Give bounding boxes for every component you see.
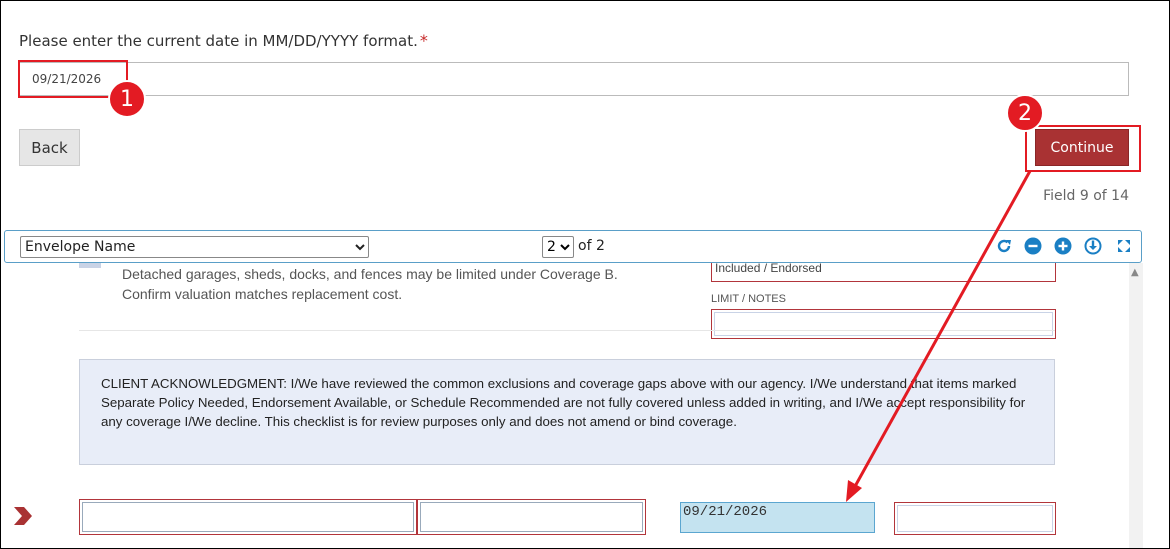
coverage-status-field[interactable]: Included / Endorsed: [711, 263, 1056, 282]
date-signed-field[interactable]: 09/21/2026: [680, 502, 875, 533]
date-prompt-label: Please enter the current date in MM/DD/Y…: [19, 31, 428, 50]
step2-highlight-box: [1025, 125, 1141, 172]
page-number-select[interactable]: 2: [542, 236, 574, 258]
step2-badge: 2: [1006, 94, 1044, 132]
client-acknowledgment-box: CLIENT ACKNOWLEDGMENT: I/We have reviewe…: [79, 359, 1055, 465]
coverage-note-line1: Detached garages, sheds, docks, and fenc…: [122, 266, 618, 282]
prompt-text: Please enter the current date in MM/DD/Y…: [19, 32, 418, 50]
zoom-out-icon[interactable]: [1024, 237, 1042, 255]
fullscreen-icon[interactable]: [1115, 237, 1133, 255]
step1-badge: 1: [108, 80, 146, 118]
coverage-note-line2: Confirm valuation matches replacement co…: [122, 286, 403, 302]
page-count-label: of 2: [578, 238, 605, 254]
zoom-in-icon[interactable]: [1054, 237, 1072, 255]
document-scrollbar[interactable]: [1129, 263, 1143, 549]
scroll-up-arrow-icon[interactable]: ▲: [1131, 267, 1139, 278]
date-input[interactable]: [19, 62, 1129, 96]
document-viewer-toolbar: Envelope Name 2 of 2: [4, 230, 1142, 263]
coverage-status-value: Included / Endorsed: [715, 263, 822, 275]
section-divider: [79, 330, 1055, 331]
envelope-name-select[interactable]: Envelope Name: [20, 236, 369, 258]
document-page: ▲ Detached garages, sheds, docks, and fe…: [0, 263, 1170, 549]
signature-field-2[interactable]: [417, 499, 646, 535]
current-field-marker-icon: [14, 507, 32, 525]
back-button[interactable]: Back: [19, 129, 80, 166]
checkbox-partial[interactable]: [79, 263, 101, 268]
download-icon[interactable]: [1084, 237, 1102, 255]
refresh-icon[interactable]: [995, 237, 1013, 255]
acknowledgment-text: CLIENT ACKNOWLEDGMENT: I/We have reviewe…: [101, 376, 1026, 429]
required-asterisk: *: [419, 31, 428, 50]
field-counter: Field 9 of 14: [1043, 188, 1129, 204]
signature-field-1[interactable]: [79, 499, 417, 535]
limit-notes-field[interactable]: [711, 309, 1056, 339]
limit-notes-label: LIMIT / NOTES: [711, 293, 786, 305]
extra-field[interactable]: [894, 502, 1056, 535]
